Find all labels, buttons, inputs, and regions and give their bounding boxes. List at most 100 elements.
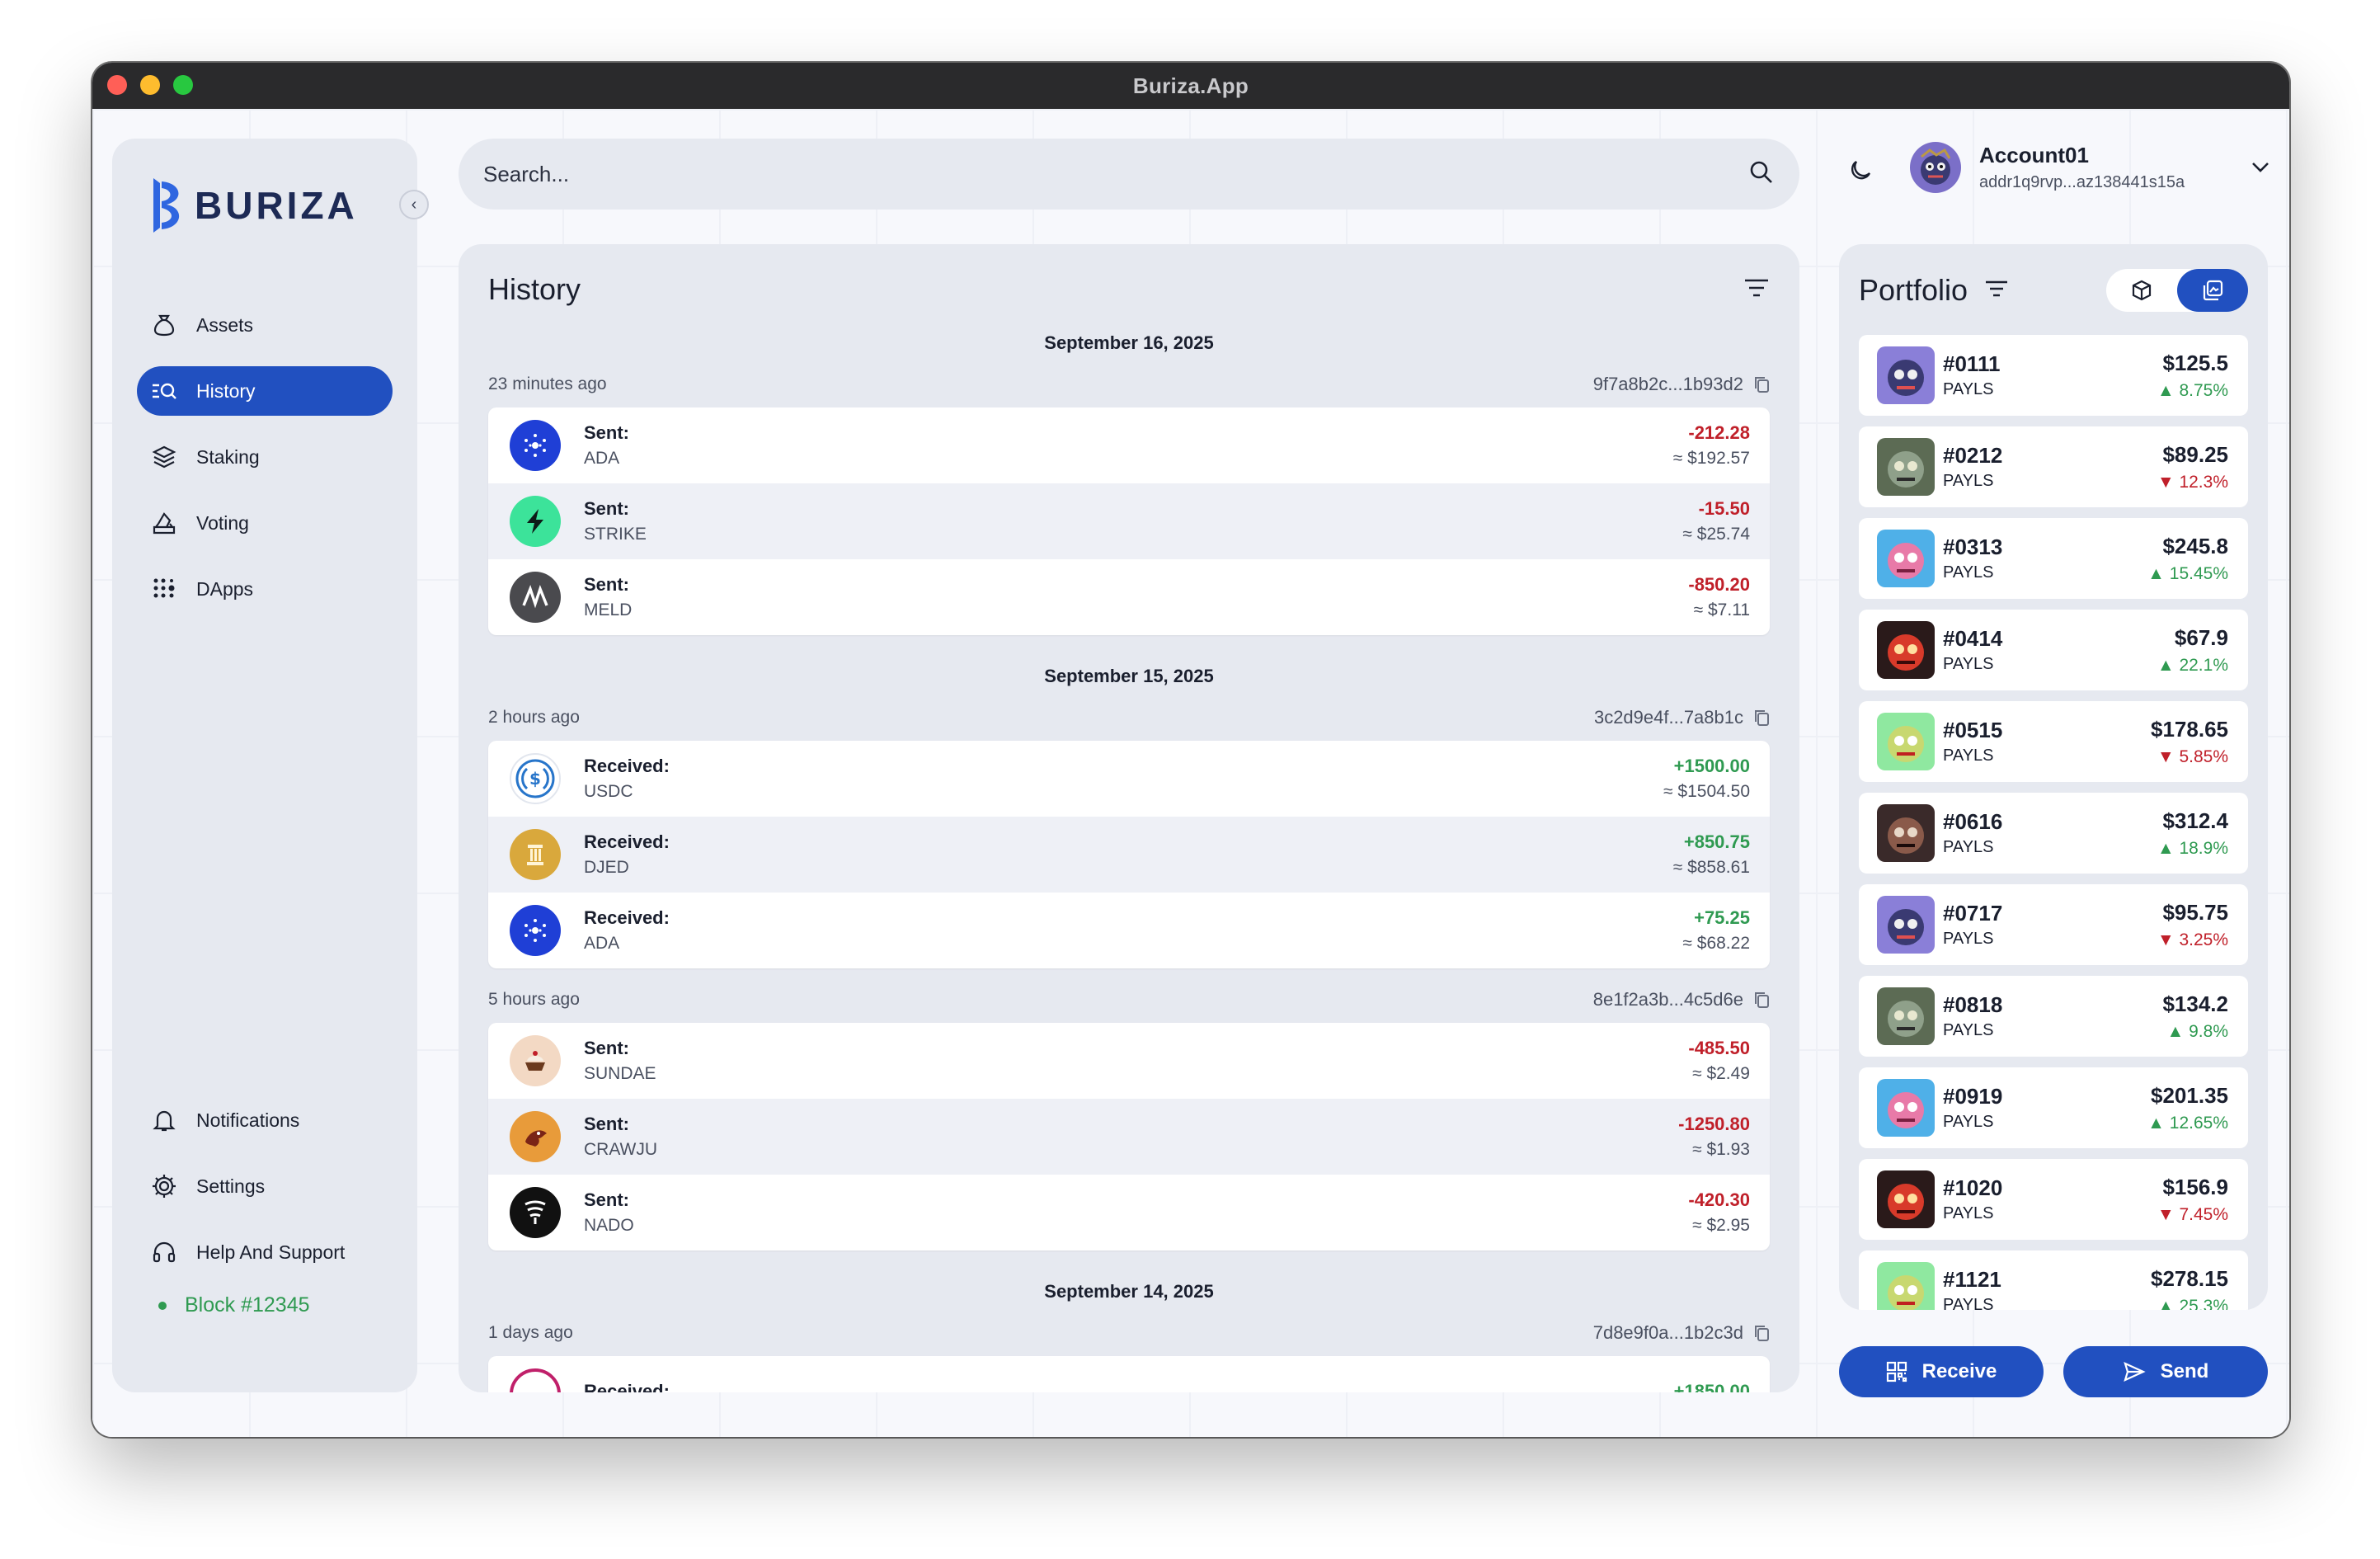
tx-usd-value: ≈ $2.49 [1692,1064,1750,1083]
tx-label: Received: DJED [584,831,1673,878]
tx-amount: -212.28 [1688,422,1750,443]
sidebar-item-voting[interactable]: Voting [137,498,393,548]
nft-view-button[interactable] [2177,269,2248,312]
tx-row[interactable]: Received: ADA +75.25 ≈ $68.22 [488,893,1770,968]
tx-row[interactable]: $ Received: USDC +1500.00 ≈ $1504.50 [488,741,1770,817]
tx-hash[interactable]: 7d8e9f0a...1b2c3d [1593,1322,1770,1344]
sidebar-item-label: Assets [196,313,254,336]
chevron-down-icon[interactable] [2248,155,2273,180]
nft-price: $125.5 [2162,350,2228,375]
nft-card[interactable]: #1020 PAYLS $156.9 ▼ 7.45% [1859,1159,2248,1240]
history-search-icon [150,377,178,405]
nft-card[interactable]: #0717 PAYLS $95.75 ▼ 3.25% [1859,884,2248,965]
nft-thumbnail [1877,621,1935,679]
copy-icon[interactable] [1753,991,1770,1009]
nft-price: $312.4 [2162,808,2228,833]
theme-toggle[interactable] [1841,152,1879,190]
sidebar-item-notifications[interactable]: Notifications [137,1095,393,1145]
nft-card[interactable]: #0616 PAYLS $312.4 ▲ 18.9% [1859,793,2248,874]
nft-price: $134.2 [2162,991,2228,1016]
nft-card[interactable]: #0212 PAYLS $89.25 ▼ 12.3% [1859,426,2248,507]
sidebar-item-help[interactable]: Help And Support [137,1227,393,1277]
tx-row[interactable]: Sent: NADO -420.30 ≈ $2.95 [488,1175,1770,1250]
date-header: September 14, 2025 [1044,1281,1214,1302]
copy-icon[interactable] [1753,1324,1770,1342]
brand-logo[interactable]: BURIZA [148,175,358,236]
meld-token-icon [510,572,561,623]
cube-icon [2132,280,2152,301]
nft-change-value: 25.3% [2179,1296,2228,1311]
minimize-window-button[interactable] [140,75,160,95]
search-input[interactable] [483,161,1748,187]
tx-row[interactable]: Sent: CRAWJU -1250.80 ≈ $1.93 [488,1099,1770,1175]
sidebar-item-dapps[interactable]: DApps [137,564,393,614]
tx-amount: -485.50 [1688,1038,1750,1058]
nft-collection: PAYLS [1943,472,1994,490]
copy-icon[interactable] [1753,709,1770,727]
copy-icon[interactable] [1753,375,1770,393]
nft-price: $278.15 [2151,1265,2228,1291]
nft-info: #0717 PAYLS [1943,901,2157,949]
nft-value: $201.35 ▲ 12.65% [2147,1083,2228,1133]
send-button[interactable]: Send [2063,1346,2268,1397]
tx-row[interactable]: Sent: STRIKE -15.50 ≈ $25.74 [488,483,1770,559]
nft-list: #0111 PAYLS $125.5 ▲ 8.75% #0212 PAYLS $… [1859,335,2248,1310]
tx-amounts: +1500.00 ≈ $1504.50 [1663,756,1750,802]
sidebar-item-staking[interactable]: Staking [137,432,393,482]
tx-hash[interactable]: 9f7a8b2c...1b93d2 [1593,374,1770,395]
nft-card[interactable]: #0919 PAYLS $201.35 ▲ 12.65% [1859,1067,2248,1148]
tx-token: DJED [584,858,629,877]
arrow-up-icon: ▲ [2157,380,2175,400]
tx-row[interactable]: Received: DJED +850.75 ≈ $858.61 [488,817,1770,893]
tx-hash[interactable]: 8e1f2a3b...4c5d6e [1593,989,1770,1010]
nft-price: $89.25 [2162,441,2228,467]
nft-card[interactable]: #0515 PAYLS $178.65 ▼ 5.85% [1859,701,2248,782]
arrow-up-icon: ▲ [2157,655,2175,675]
account-name: Account01 [1979,143,2089,167]
tx-label: Received: ADA [584,907,1682,954]
close-window-button[interactable] [107,75,127,95]
sidebar-item-assets[interactable]: Assets [137,300,393,350]
nft-card[interactable]: #1121 PAYLS $278.15 ▲ 25.3% [1859,1250,2248,1310]
tx-time: 23 minutes ago [488,374,607,393]
arrow-up-icon: ▲ [2157,838,2175,858]
tx-usd-value: ≈ $1504.50 [1663,782,1750,801]
sidebar-item-settings[interactable]: Settings [137,1161,393,1211]
window-controls [107,75,193,95]
nft-collection: PAYLS [1943,1204,1994,1222]
gallery-icon [2203,280,2223,301]
tokens-view-button[interactable] [2106,269,2177,312]
account-selector[interactable]: Account01 addr1q9rvp...az138441s15a [1910,140,2273,195]
collapse-sidebar-button[interactable]: ‹ [399,190,429,219]
filter-icon[interactable] [1984,279,2009,303]
nft-change: ▲ 25.3% [2151,1297,2228,1311]
maximize-window-button[interactable] [173,75,193,95]
nft-value: $156.9 ▼ 7.45% [2157,1175,2228,1225]
tx-usd-value: ≈ $1.93 [1692,1140,1750,1159]
nft-price: $178.65 [2151,716,2228,742]
nft-thumbnail [1877,1079,1935,1137]
tx-row[interactable]: Sent: ADA -212.28 ≈ $192.57 [488,407,1770,483]
nft-collection: PAYLS [1943,1296,1994,1310]
nft-change-value: 22.1% [2179,655,2228,675]
sidebar-item-history[interactable]: History [137,366,393,416]
tx-hash[interactable]: 3c2d9e4f...7a8b1c [1594,707,1770,728]
tx-usd-value: ≈ $68.22 [1682,934,1750,953]
tx-type: Received: [584,1381,670,1392]
receive-button[interactable]: Receive [1839,1346,2044,1397]
nft-id: #0111 [1943,351,2001,376]
nft-info: #1121 PAYLS [1943,1267,2151,1310]
nft-card[interactable]: #0414 PAYLS $67.9 ▲ 22.1% [1859,610,2248,690]
tx-row[interactable]: Sent: MELD -850.20 ≈ $7.11 [488,559,1770,635]
filter-icon[interactable] [1743,277,1770,303]
nft-card[interactable]: #0111 PAYLS $125.5 ▲ 8.75% [1859,335,2248,416]
tx-group-meta: 5 hours ago 8e1f2a3b...4c5d6e [488,988,1770,1011]
nft-card[interactable]: #0818 PAYLS $134.2 ▲ 9.8% [1859,976,2248,1057]
nft-value: $245.8 ▲ 15.45% [2147,534,2228,584]
token-icon [510,1368,561,1392]
nft-card[interactable]: #0313 PAYLS $245.8 ▲ 15.45% [1859,518,2248,599]
sidebar-item-label: DApps [196,577,254,600]
tx-row[interactable]: Sent: SUNDAE -485.50 ≈ $2.49 [488,1023,1770,1099]
search-icon[interactable] [1748,159,1775,190]
tx-row[interactable]: Received: +1850.00 [488,1356,1770,1392]
